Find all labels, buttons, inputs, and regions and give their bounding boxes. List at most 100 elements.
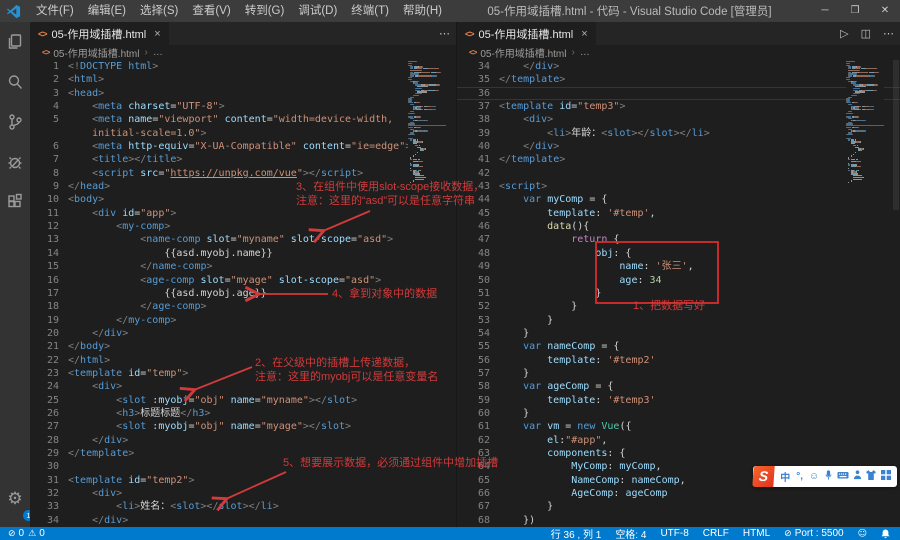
run-button-icon[interactable]: ▷ [834,27,854,40]
code-line[interactable]: 44 var myComp = { [457,193,900,206]
ime-skin-icon[interactable] [864,469,878,484]
code-line[interactable]: 5 <meta name="viewport" content="width=d… [30,113,456,126]
extensions-icon[interactable] [0,182,30,222]
menu-terminal[interactable]: 终端(T) [344,0,396,22]
code-line[interactable]: 31 <template id="temp2"> [30,474,456,487]
problems-errors[interactable]: ⊘ 0 [8,528,24,539]
breadcrumb-left[interactable]: <> 05-作用域插槽.html › … [30,45,456,60]
code-line[interactable]: 11 <div id="app"> [30,207,456,220]
live-server-port[interactable]: ⊘ Port : 5500 [784,528,843,539]
code-line[interactable]: 18 </age-comp> [30,300,456,313]
ime-toolbox-icon[interactable] [879,469,893,484]
more-actions-icon[interactable]: ⋯ [877,27,900,40]
split-editor-icon[interactable]: ◫ [855,27,877,40]
code-line[interactable]: 6 <meta http-equiv="X-UA-Compatible" con… [30,140,456,153]
code-line[interactable]: 47 return { [457,233,900,246]
tab-close-icon[interactable]: × [581,28,587,40]
search-icon[interactable] [0,62,30,102]
code-line[interactable]: 2 <html> [30,73,456,86]
code-line[interactable]: 45 template: '#temp', [457,207,900,220]
code-line[interactable]: 27 <slot :myobj="obj" name="myage"></slo… [30,420,456,433]
scrollbar[interactable] [893,60,899,210]
code-line[interactable]: 61 var vm = new Vue({ [457,420,900,433]
settings-gear-icon[interactable]: ⚙ 1 [0,479,34,521]
code-line[interactable]: 53 } [457,314,900,327]
code-line[interactable]: 48 obj: { [457,247,900,260]
encoding[interactable]: UTF-8 [660,528,688,539]
code-line[interactable]: 55 var nameComp = { [457,340,900,353]
tab-left-active[interactable]: <> 05-作用域插槽.html × [30,22,169,45]
eol-sequence[interactable]: CRLF [703,528,729,539]
code-line[interactable]: 60 } [457,407,900,420]
sogou-logo-icon[interactable]: S [752,466,775,487]
code-line[interactable]: 4 <meta charset="UTF-8"> [30,100,456,113]
code-line[interactable]: 8 <script src="https://unpkg.com/vue"></… [30,167,456,180]
code-line[interactable]: 57 } [457,367,900,380]
minimize-button[interactable]: ─ [810,0,840,22]
code-line[interactable]: 67 } [457,500,900,513]
code-line[interactable]: 41 </template> [457,153,900,166]
code-line[interactable]: 15 </name-comp> [30,260,456,273]
language-mode[interactable]: HTML [743,528,770,539]
feedback-smiley-icon[interactable]: ☺ [858,529,867,539]
menu-help[interactable]: 帮助(H) [396,0,449,22]
code-line[interactable]: 51 } [457,287,900,300]
code-line[interactable]: 34 </div> [30,514,456,527]
menu-debug[interactable]: 调试(D) [291,0,344,22]
source-control-icon[interactable] [0,102,30,142]
code-line[interactable]: 20 </div> [30,327,456,340]
menu-selection[interactable]: 选择(S) [133,0,185,22]
code-line[interactable]: 19 </my-comp> [30,314,456,327]
code-line[interactable]: 33 <li>姓名：<slot></slot></li> [30,500,456,513]
code-line[interactable]: 42 [457,167,900,180]
debug-icon[interactable] [0,142,30,182]
code-line[interactable]: 35 </template> [457,73,900,86]
code-line[interactable]: 62 el:"#app", [457,434,900,447]
menu-file[interactable]: 文件(F) [29,0,81,22]
ime-handwriting-icon[interactable] [850,469,864,484]
ime-lang-icon[interactable]: 中 [778,469,792,484]
code-line[interactable]: 34 </div> [457,60,900,73]
indentation[interactable]: 空格: 4 [615,526,646,540]
code-line[interactable]: 39 <li>年龄：<slot></slot></li> [457,127,900,140]
code-line[interactable]: 43 <script> [457,180,900,193]
code-line[interactable]: 16 <age-comp slot="myage" slot-scope="as… [30,274,456,287]
minimap-right[interactable] [846,60,884,527]
code-line[interactable]: 1 <!DOCTYPE html> [30,60,456,73]
code-line[interactable]: 37 <template id="temp3"> [457,100,900,113]
code-line[interactable]: 36 [457,87,900,100]
restore-button[interactable]: ❐ [840,0,870,22]
code-line[interactable]: 21 </body> [30,340,456,353]
code-line[interactable]: 38 <div> [457,113,900,126]
code-line[interactable]: 32 <div> [30,487,456,500]
code-line[interactable]: 54 } [457,327,900,340]
code-area-right[interactable]: 34 </div> 35 </template> 36 37 <template id="… [457,60,900,527]
menu-view[interactable]: 查看(V) [185,0,237,22]
code-line[interactable]: 25 <slot :myobj="obj" name="myname"></sl… [30,394,456,407]
ime-toolbar[interactable]: S 中 °, ☺ [752,466,897,487]
cursor-position[interactable]: 行 36 , 列 1 [551,526,602,540]
more-actions-icon[interactable]: ⋯ [433,27,456,40]
code-line[interactable]: 26 <h3>标题标题</h3> [30,407,456,420]
code-line[interactable]: 14 {{asd.myobj.name}} [30,247,456,260]
ime-mic-icon[interactable] [821,469,835,484]
menu-go[interactable]: 转到(G) [238,0,292,22]
code-line[interactable]: 58 var ageComp = { [457,380,900,393]
code-line[interactable]: 66 AgeComp: ageComp [457,487,900,500]
close-button[interactable]: ✕ [870,0,900,22]
code-line[interactable]: 3 <head> [30,87,456,100]
code-line[interactable]: initial-scale=1.0"> [30,127,456,140]
breadcrumb-right[interactable]: <> 05-作用域插槽.html › … [457,45,900,60]
code-line[interactable]: 59 template: '#temp3' [457,394,900,407]
code-line[interactable]: 46 data(){ [457,220,900,233]
code-line[interactable]: 56 template: '#temp2' [457,354,900,367]
code-line[interactable]: 13 <name-comp slot="myname" slot-scope="… [30,233,456,246]
explorer-icon[interactable] [0,22,30,62]
notifications-bell-icon[interactable] [881,529,890,539]
code-line[interactable]: 50 age: 34 [457,274,900,287]
code-line[interactable]: 40 </div> [457,140,900,153]
tab-right-active[interactable]: <> 05-作用域插槽.html × [457,22,596,45]
ime-keyboard-icon[interactable] [836,469,850,484]
code-line[interactable]: 49 name: '张三', [457,260,900,273]
code-line[interactable]: 68 }) [457,514,900,527]
